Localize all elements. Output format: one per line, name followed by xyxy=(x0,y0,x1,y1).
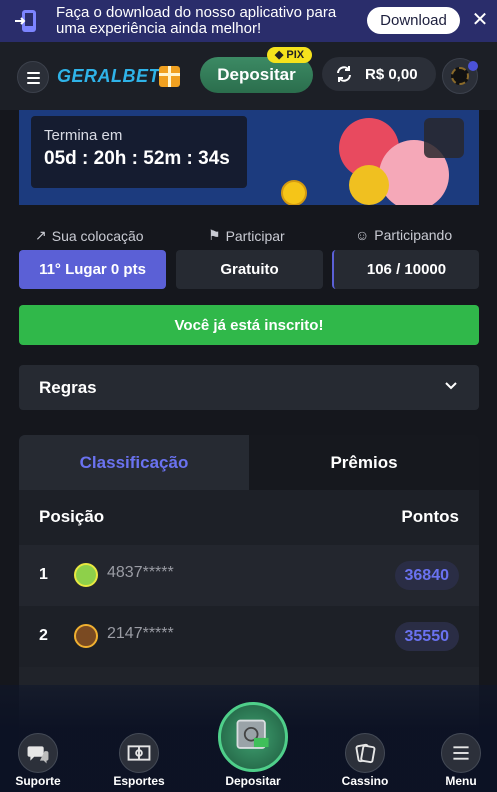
download-promo-text: Faça o download do nosso aplicativo para… xyxy=(56,4,337,37)
table-row: 2 2147***** 35550 xyxy=(19,606,479,667)
chevron-down-icon[interactable] xyxy=(443,378,459,394)
position-column-header: Posição xyxy=(39,507,105,526)
menu-icon xyxy=(441,733,481,773)
leaderboard-tabs: Classificação Prêmios xyxy=(19,435,479,490)
registered-status: Você já está inscrito! xyxy=(19,305,479,345)
rules-accordion[interactable]: Regras xyxy=(19,365,479,410)
balance-display[interactable]: R$ 0,00 xyxy=(322,57,436,91)
row-position: 1 xyxy=(39,566,48,583)
nav-deposit-label: Depositar xyxy=(225,774,281,788)
pitch-icon xyxy=(119,733,159,773)
download-app-icon xyxy=(15,10,36,32)
rules-label: Regras xyxy=(39,378,97,397)
countdown-timer: 05d : 20h : 52m : 34s xyxy=(44,148,230,169)
placing-value: 11° Lugar 0 pts xyxy=(19,250,166,289)
user-avatar[interactable] xyxy=(442,58,478,94)
player-avatar xyxy=(74,624,98,648)
gift-icon[interactable] xyxy=(159,66,180,87)
runner-icon: ⚑ xyxy=(208,227,221,243)
player-points: 35550 xyxy=(394,622,459,651)
coin-icon xyxy=(281,180,307,205)
brand-logo[interactable]: GERALBET xyxy=(57,66,160,87)
trend-icon: ↗ xyxy=(35,227,47,243)
tab-prizes[interactable]: Prêmios xyxy=(249,435,479,490)
chat-icon xyxy=(18,733,58,773)
participants-label: ☺ Participando xyxy=(355,227,453,243)
people-icon: ☺ xyxy=(355,227,370,243)
entry-value: Gratuito xyxy=(176,250,323,289)
player-name: 4837***** xyxy=(107,564,174,581)
close-icon[interactable]: ✕ xyxy=(470,9,490,31)
download-button[interactable]: Download xyxy=(367,7,460,34)
player-avatar xyxy=(74,563,98,587)
balance-amount: R$ 0,00 xyxy=(365,66,418,83)
entry-label: ⚑ Participar xyxy=(208,227,285,244)
app-download-banner: Faça o download do nosso aplicativo para… xyxy=(0,0,497,42)
refresh-icon[interactable] xyxy=(335,65,353,83)
row-position: 2 xyxy=(39,627,48,644)
placing-label: ↗ Sua colocação xyxy=(35,227,144,244)
pix-badge: ◆ PIX xyxy=(267,47,312,63)
hamburger-menu-button[interactable] xyxy=(17,61,49,93)
share-button[interactable] xyxy=(424,118,464,158)
top-header: GERALBET Depositar ◆ PIX R$ 0,00 xyxy=(0,42,497,110)
table-row: 1 4837***** 36840 xyxy=(19,545,479,606)
tournament-banner: Termina em 05d : 20h : 52m : 34s xyxy=(19,110,479,205)
notification-dot xyxy=(468,61,478,71)
tab-classification[interactable]: Classificação xyxy=(19,435,249,490)
bottom-navigation: Suporte Esportes Depositar Cassino Menu xyxy=(0,685,497,792)
participants-value: 106 / 10000 xyxy=(332,250,479,289)
player-points: 36840 xyxy=(394,561,459,590)
ends-in-label: Termina em xyxy=(44,127,123,144)
player-name: 2147***** xyxy=(107,625,174,642)
points-column-header: Pontos xyxy=(401,507,459,526)
cards-icon xyxy=(345,733,385,773)
nav-deposit-vault-icon[interactable] xyxy=(218,702,288,772)
